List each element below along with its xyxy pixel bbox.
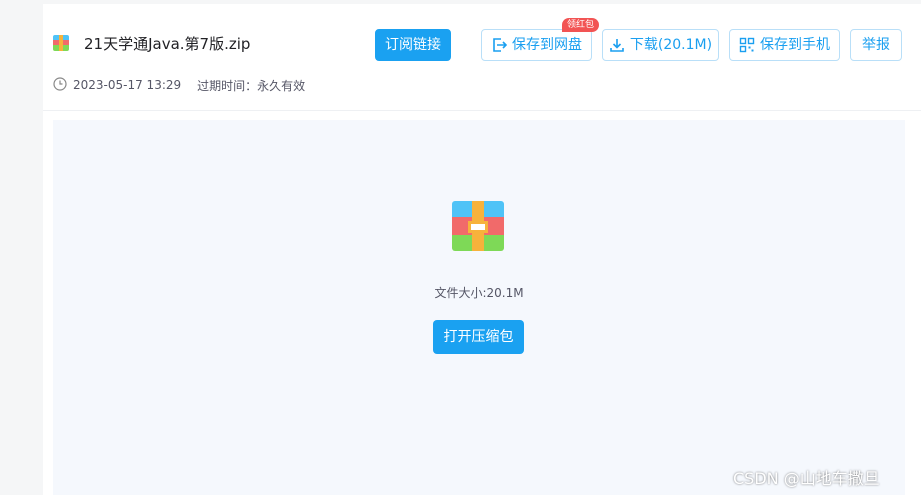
download-button[interactable]: 下载(20.1M) xyxy=(602,29,719,61)
save-to-cloud-icon xyxy=(491,37,507,53)
qr-code-icon xyxy=(739,37,755,53)
file-size-text: 文件大小:20.1M xyxy=(434,286,524,300)
file-meta: 2023-05-17 13:29 过期时间：永久有效 xyxy=(53,76,306,94)
save-to-phone-button[interactable]: 保存到手机 xyxy=(729,29,840,61)
report-label: 举报 xyxy=(862,37,890,53)
upload-date: 2023-05-17 13:29 xyxy=(73,78,182,92)
download-label: 下载(20.1M) xyxy=(629,37,713,53)
save-to-cloud-button[interactable]: 保存到网盘 领红包 xyxy=(481,18,599,61)
file-card: 21天学通Java.第7版.zip 订阅链接 保存到网盘 领红包 下载(20.1… xyxy=(43,4,921,495)
file-name: 21天学通Java.第7版.zip xyxy=(84,35,251,53)
file-header: 21天学通Java.第7版.zip 订阅链接 保存到网盘 领红包 下载(20.1… xyxy=(43,4,921,111)
red-packet-badge: 领红包 xyxy=(561,18,599,32)
zip-archive-icon xyxy=(53,35,69,51)
subscribe-button[interactable]: 订阅链接 xyxy=(375,29,451,61)
save-to-cloud-label: 保存到网盘 xyxy=(512,37,582,53)
watermark: CSDN @山地车撒旦 xyxy=(733,469,880,488)
download-icon xyxy=(609,37,625,53)
clock-icon xyxy=(53,76,67,94)
save-to-phone-label: 保存到手机 xyxy=(760,37,830,53)
expire-time: 过期时间：永久有效 xyxy=(197,78,306,93)
report-button[interactable]: 举报 xyxy=(850,29,902,61)
archive-preview: 文件大小:20.1M 打开压缩包 xyxy=(53,120,905,495)
open-archive-button[interactable]: 打开压缩包 xyxy=(433,320,524,354)
zip-archive-large-icon xyxy=(452,201,504,251)
